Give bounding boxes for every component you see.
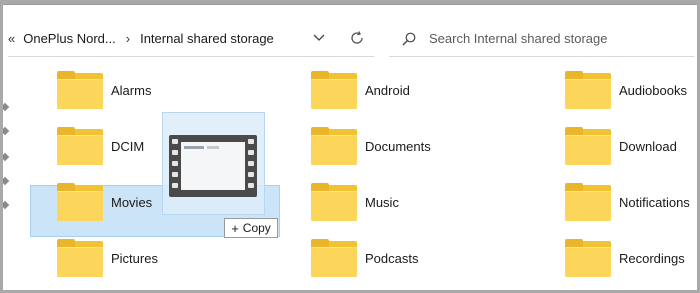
breadcrumb-chevron-icon[interactable]: › xyxy=(126,31,130,46)
folder-icon xyxy=(565,239,611,277)
address-bar[interactable]: « OnePlus Nord... › Internal shared stor… xyxy=(8,21,374,57)
video-file-icon xyxy=(169,135,257,197)
folder-label: Documents xyxy=(365,138,431,154)
drag-copy-tooltip: + Copy xyxy=(224,218,278,238)
folder-icon xyxy=(311,127,357,165)
folder-item[interactable]: Notifications xyxy=(565,176,690,228)
folder-item[interactable]: Audiobooks xyxy=(565,64,687,116)
folder-item[interactable]: Music xyxy=(311,176,399,228)
folder-item[interactable]: Documents xyxy=(311,120,431,172)
folder-item[interactable]: Alarms xyxy=(57,64,151,116)
folder-label: Podcasts xyxy=(365,250,419,266)
search-box[interactable] xyxy=(389,21,694,57)
folder-item-selected[interactable]: Movies xyxy=(57,176,152,228)
folder-item[interactable]: Pictures xyxy=(57,232,158,284)
drag-preview xyxy=(162,112,265,215)
folder-label: Music xyxy=(365,194,399,210)
folder-icon xyxy=(57,127,103,165)
folder-label: Audiobooks xyxy=(619,82,687,98)
breadcrumb-item-device[interactable]: OnePlus Nord... xyxy=(23,31,116,46)
refresh-icon[interactable] xyxy=(348,29,366,47)
folder-icon xyxy=(565,183,611,221)
breadcrumb-item-storage[interactable]: Internal shared storage xyxy=(140,31,274,46)
expand-arrow-icon[interactable] xyxy=(0,200,10,210)
breadcrumb-overflow-icon[interactable]: « xyxy=(8,31,15,46)
search-icon xyxy=(401,31,417,47)
video-thumbnail xyxy=(181,142,245,190)
folder-item[interactable]: DCIM xyxy=(57,120,144,172)
expand-arrow-icon[interactable] xyxy=(0,152,10,162)
window-top-edge xyxy=(0,0,700,5)
folder-label: Movies xyxy=(111,194,153,210)
expand-arrow-icon[interactable] xyxy=(0,126,10,136)
folder-item[interactable]: Podcasts xyxy=(311,232,418,284)
folder-label: DCIM xyxy=(111,138,145,154)
chevron-down-icon[interactable] xyxy=(312,31,326,45)
folder-label: Download xyxy=(619,138,677,154)
folder-label: Alarms xyxy=(111,82,152,98)
folder-icon xyxy=(57,239,103,277)
folder-label: Notifications xyxy=(619,194,690,210)
navigation-pane-edge xyxy=(0,60,10,293)
folder-icon xyxy=(57,71,103,109)
folder-item[interactable]: Recordings xyxy=(565,232,685,284)
folder-icon xyxy=(565,127,611,165)
folder-icon xyxy=(57,183,103,221)
search-input[interactable] xyxy=(429,31,669,46)
folder-item[interactable]: Download xyxy=(565,120,677,172)
folder-label: Recordings xyxy=(619,250,685,266)
folder-icon xyxy=(311,71,357,109)
copy-label: Copy xyxy=(242,221,271,235)
folder-label: Pictures xyxy=(111,250,158,266)
folder-item[interactable]: Android xyxy=(311,64,410,116)
plus-icon: + xyxy=(231,220,239,236)
expand-arrow-icon[interactable] xyxy=(0,102,10,112)
folder-label: Android xyxy=(365,82,410,98)
expand-arrow-icon[interactable] xyxy=(0,176,10,186)
folder-icon xyxy=(311,239,357,277)
folder-icon xyxy=(565,71,611,109)
folder-icon xyxy=(311,183,357,221)
